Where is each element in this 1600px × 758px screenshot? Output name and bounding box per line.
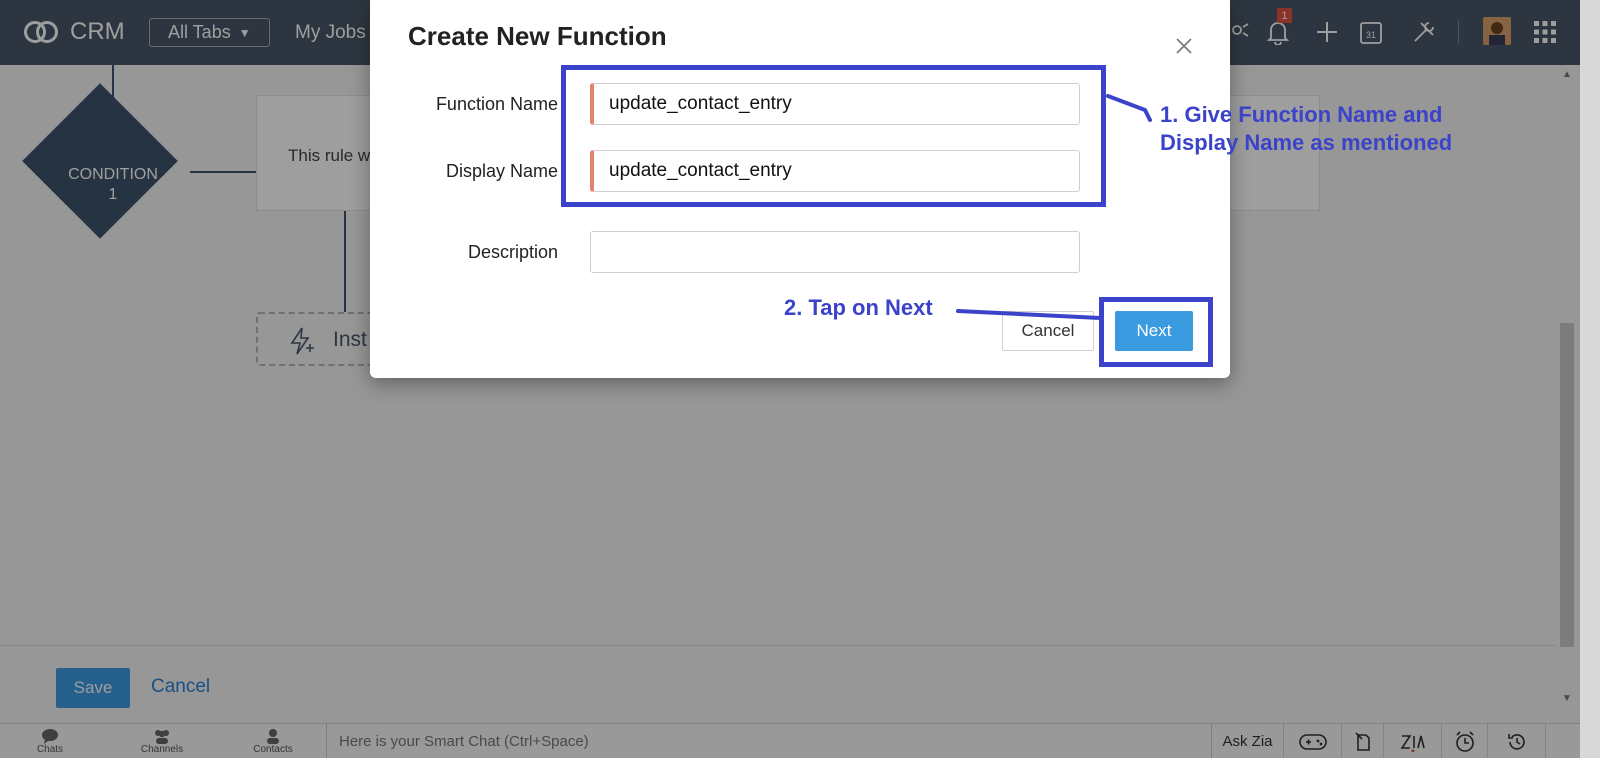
- annotation-step-1-line1: 1. Give Function Name and: [1160, 102, 1443, 127]
- annotation-step-2: 2. Tap on Next: [784, 295, 933, 320]
- display-name-label: Display Name: [445, 161, 558, 181]
- function-name-label: Function Name: [435, 94, 558, 114]
- annotation-step-1: 1. Give Function Name and Display Name a…: [1160, 101, 1452, 157]
- annotation-step-1-line2: Display Name as mentioned: [1160, 130, 1453, 155]
- window-edge: [1580, 0, 1600, 758]
- description-input[interactable]: [590, 231, 1080, 273]
- description-label: Description: [467, 242, 558, 262]
- close-icon[interactable]: [1175, 37, 1193, 55]
- cancel-button[interactable]: Cancel: [1002, 311, 1094, 351]
- annotation-box-fields: [561, 65, 1106, 207]
- dialog-title: Create New Function: [408, 21, 667, 51]
- annotation-box-next: [1099, 297, 1213, 367]
